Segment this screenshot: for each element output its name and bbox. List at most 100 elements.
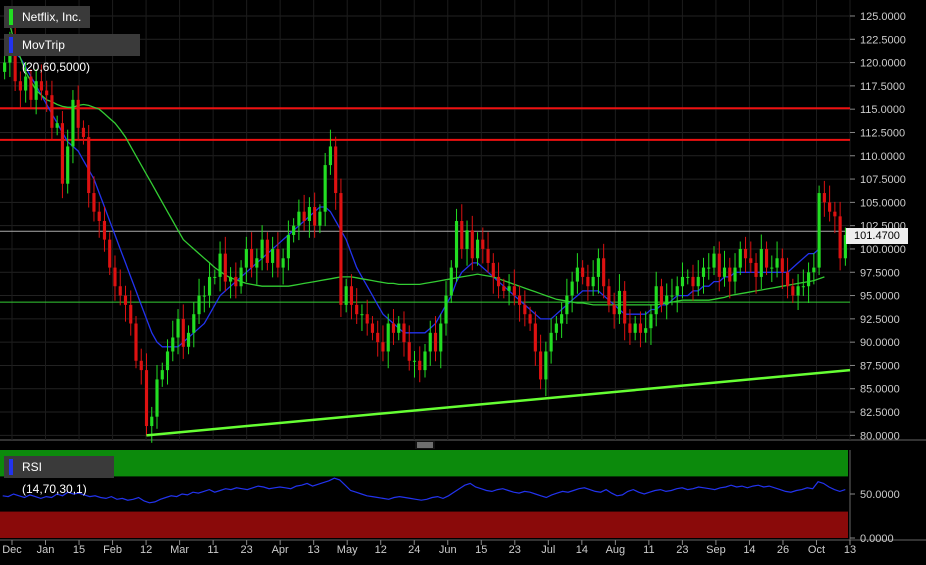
candle-down	[638, 323, 643, 333]
candle-up	[575, 267, 579, 282]
candle-down	[139, 360, 143, 371]
candle-up	[591, 276, 595, 287]
candle-down	[313, 207, 317, 226]
x-tick-label: Jul	[541, 544, 555, 556]
candle-up	[544, 351, 548, 380]
candle-up	[801, 286, 805, 288]
candle-up	[644, 328, 648, 333]
candle-down	[370, 323, 375, 333]
candle-down	[418, 360, 422, 371]
candle-down	[129, 304, 133, 324]
x-tick-label: 12	[140, 544, 152, 556]
candle-up	[596, 258, 600, 277]
candle-down	[785, 272, 790, 287]
candle-down	[743, 248, 748, 259]
candle-up	[759, 248, 763, 277]
x-tick-label: 14	[743, 544, 755, 556]
rsi-oversold-band	[0, 511, 848, 538]
rsi-legend-text: RSI (14,70,30,1)	[22, 460, 87, 496]
candle-up	[428, 332, 432, 352]
candle-up	[271, 248, 275, 263]
candle-down	[381, 342, 385, 352]
candle-down	[29, 76, 33, 100]
candle-down	[749, 258, 753, 263]
candle-down	[92, 193, 96, 212]
candle-up	[633, 323, 637, 333]
candle-down	[18, 81, 22, 91]
candle-down	[470, 230, 474, 259]
rsi-y-tick-label: 50.0000	[860, 489, 900, 501]
candle-up	[654, 286, 658, 315]
y-tick-label: 95.0000	[860, 291, 900, 303]
candle-up	[817, 193, 821, 268]
candle-up	[171, 337, 175, 352]
candle-down	[45, 90, 49, 96]
y-tick-label: 105.0000	[860, 197, 906, 209]
y-tick-label: 107.5000	[860, 174, 906, 186]
candle-down	[822, 193, 826, 203]
moving-average-legend[interactable]: MovTrip (20,60,5000)	[4, 34, 140, 74]
candle-down	[460, 221, 464, 249]
ticker-color-swatch	[9, 9, 13, 25]
y-tick-label: 87.5000	[860, 360, 900, 372]
candle-up	[207, 276, 212, 296]
candle-down	[533, 323, 537, 352]
ticker-legend-text: Netflix, Inc.	[22, 10, 82, 24]
y-tick-label: 80.0000	[860, 430, 900, 442]
candle-up	[318, 211, 322, 226]
candle-up	[360, 314, 364, 316]
y-tick-label: 97.5000	[860, 267, 900, 279]
candle-down	[502, 286, 506, 291]
candle-down	[250, 248, 254, 268]
candle-down	[433, 332, 438, 352]
candle-up	[24, 76, 28, 91]
candle-up	[412, 360, 417, 362]
candle-down	[113, 267, 117, 287]
x-tick-label: Aug	[606, 544, 626, 556]
panel-resize-handle[interactable]	[415, 441, 435, 449]
y-tick-label: 117.5000	[860, 81, 905, 93]
x-tick-label: Oct	[808, 544, 825, 556]
candle-down	[481, 239, 485, 249]
ticker-legend[interactable]: Netflix, Inc.	[4, 6, 90, 28]
rsi-y-tick-label: 0.0000	[860, 533, 894, 545]
candle-down	[518, 295, 522, 305]
candle-up	[397, 323, 401, 333]
candle-up	[150, 416, 154, 427]
candle-up	[775, 258, 779, 268]
candle-down	[838, 216, 842, 259]
candle-up	[565, 295, 569, 315]
candle-down	[276, 248, 280, 268]
candle-up	[71, 99, 75, 147]
y-tick-label: 82.5000	[860, 407, 900, 419]
x-tick-label: May	[337, 544, 358, 556]
candle-down	[780, 258, 784, 273]
x-tick-label: Mar	[170, 544, 189, 556]
candle-down	[754, 262, 758, 277]
candle-up	[680, 276, 685, 287]
candle-up	[297, 211, 301, 226]
candle-up	[323, 165, 327, 212]
candle-up	[229, 276, 233, 282]
candle-down	[39, 81, 43, 91]
candle-down	[691, 276, 695, 287]
candle-up	[712, 253, 716, 268]
x-tick-label: 15	[73, 544, 85, 556]
candle-up	[554, 323, 558, 333]
candle-down	[586, 276, 590, 287]
candle-up	[155, 379, 159, 417]
rsi-legend[interactable]: RSI (14,70,30,1)	[4, 456, 114, 496]
candle-up	[218, 253, 222, 277]
candle-up	[570, 281, 574, 296]
candle-down	[134, 323, 138, 361]
x-tick-label: Jun	[439, 544, 457, 556]
last-price-badge: 101.4700	[846, 228, 908, 244]
candle-down	[523, 304, 527, 315]
candle-down	[491, 262, 495, 277]
candle-down	[512, 286, 516, 296]
candle-down	[355, 304, 359, 315]
candle-down	[50, 95, 54, 128]
x-tick-label: Sep	[706, 544, 726, 556]
candle-up	[244, 248, 248, 268]
candle-up	[197, 295, 201, 315]
